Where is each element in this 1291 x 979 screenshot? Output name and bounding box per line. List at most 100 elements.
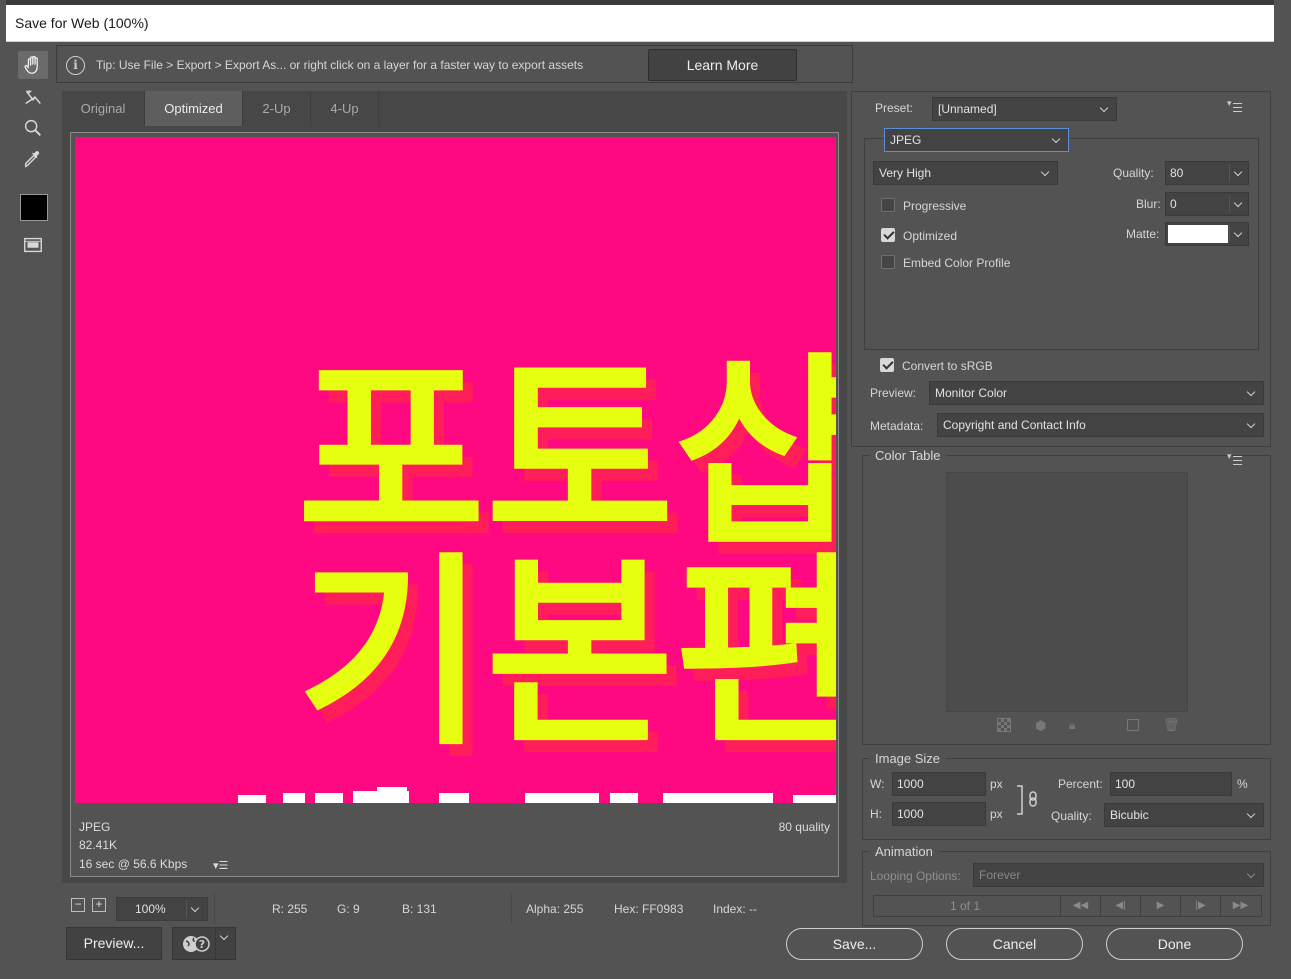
cancel-button[interactable]: Cancel — [946, 928, 1083, 960]
map-to-transparent-icon[interactable] — [997, 718, 1011, 732]
status-hex: Hex: FF0983 — [614, 902, 684, 916]
new-color-icon[interactable] — [1127, 719, 1139, 731]
chevron-down-icon[interactable] — [1229, 195, 1247, 213]
done-button[interactable]: Done — [1106, 928, 1243, 960]
tab-optimized[interactable]: Optimized — [145, 91, 243, 126]
preset-menu-icon[interactable] — [1227, 98, 1243, 112]
quality-input[interactable]: 80 — [1165, 161, 1249, 185]
looping-options-label: Looping Options: — [870, 869, 961, 883]
host-app-toolbar-edge — [1274, 0, 1291, 979]
animation-controls: 1 of 1 ◀◀ ◀| ▶ |▶ ▶▶ — [873, 895, 1262, 917]
next-frame-icon[interactable]: |▶ — [1180, 896, 1220, 916]
lock-color-icon[interactable]: 🔒︎ — [1069, 718, 1075, 733]
metadata-dropdown[interactable]: Copyright and Contact Info — [937, 413, 1264, 437]
color-table-swatches[interactable] — [946, 472, 1188, 712]
title-line2: 기본편 — [297, 536, 836, 774]
first-frame-icon[interactable]: ◀◀ — [1060, 896, 1100, 916]
preview-image[interactable]: 포토샵 포토샵 기본편 기본편 — [75, 137, 836, 803]
preview-button[interactable]: Preview... — [66, 927, 162, 960]
last-frame-icon[interactable]: ▶▶ — [1220, 896, 1260, 916]
file-format-value: JPEG — [890, 133, 922, 147]
svg-text:?: ? — [199, 938, 205, 951]
resample-quality-dropdown[interactable]: Bicubic — [1104, 803, 1264, 827]
zoom-in-button[interactable]: + — [92, 898, 106, 912]
browser-preview-icon: ? — [183, 936, 210, 952]
tab-2-up[interactable]: 2-Up — [243, 91, 311, 126]
cropped-white-text — [238, 787, 836, 803]
status-red: R: 255 — [272, 902, 308, 916]
tip-text: Tip: Use File > Export > Export As... or… — [96, 58, 584, 72]
matte-dropdown[interactable] — [1165, 222, 1249, 246]
progressive-checkbox[interactable] — [881, 198, 895, 212]
web-shift-icon[interactable]: ⬢ — [1035, 718, 1046, 734]
learn-more-button[interactable]: Learn More — [648, 49, 797, 81]
convert-srgb-label: Convert to sRGB — [902, 359, 993, 373]
resample-quality-value: Bicubic — [1110, 808, 1149, 822]
preview-in-browser-button[interactable]: ? — [172, 927, 236, 960]
chevron-down-icon[interactable] — [1229, 164, 1247, 182]
width-value: 1000 — [897, 777, 924, 791]
eyedropper-tool[interactable] — [18, 145, 48, 173]
info-quality: 80 quality — [778, 820, 830, 834]
zoom-out-button[interactable]: − — [71, 898, 85, 912]
height-label: H: — [870, 807, 882, 821]
height-value: 1000 — [897, 807, 924, 821]
zoom-level-dropdown[interactable]: 100% — [116, 897, 208, 921]
preview-artwork: 포토샵 포토샵 기본편 기본편 — [238, 336, 836, 803]
quality-level-value: Very High — [879, 166, 932, 180]
animation-title: Animation — [869, 844, 939, 859]
download-speed-menu-icon[interactable]: ▾☰ — [213, 859, 228, 872]
eyedropper-color-swatch[interactable] — [20, 194, 48, 221]
color-table-menu-icon[interactable] — [1227, 451, 1243, 465]
play-icon[interactable]: ▶ — [1140, 896, 1180, 916]
file-format-dropdown[interactable]: JPEG — [884, 128, 1069, 152]
percent-input[interactable]: 100 — [1110, 772, 1232, 796]
preset-dropdown[interactable]: [Unnamed] — [932, 97, 1117, 121]
chevron-down-icon[interactable] — [1229, 225, 1247, 243]
chevron-down-icon[interactable] — [215, 928, 235, 959]
percent-unit: % — [1237, 777, 1248, 791]
save-button[interactable]: Save... — [786, 928, 923, 960]
toggle-slices-visibility[interactable] — [18, 231, 48, 259]
info-download-time: 16 sec @ 56.6 Kbps — [79, 857, 188, 871]
trash-icon[interactable]: 🗑︎ — [1163, 717, 1180, 733]
save-for-web-dialog: Save for Web (100%) i Tip: Use File > Ex… — [6, 5, 1274, 966]
blur-label: Blur: — [1136, 197, 1161, 211]
status-green: G: 9 — [337, 902, 360, 916]
zoom-level-value: 100% — [135, 902, 166, 916]
chevron-down-icon — [1243, 806, 1261, 824]
info-icon: i — [66, 56, 85, 75]
blur-input[interactable]: 0 — [1165, 192, 1249, 216]
resample-quality-label: Quality: — [1051, 809, 1092, 823]
optimized-label: Optimized — [903, 229, 958, 243]
width-input[interactable]: 1000 — [892, 772, 986, 796]
tab-4-up[interactable]: 4-Up — [311, 91, 379, 126]
preview-color-dropdown[interactable]: Monitor Color — [929, 381, 1264, 405]
eyedropper-icon — [24, 151, 40, 168]
optimization-settings-panel: Preset: [Unnamed] JPEG Very High Quality… — [851, 91, 1271, 931]
hand-icon — [24, 55, 38, 74]
status-divider — [511, 894, 512, 924]
quality-level-dropdown[interactable]: Very High — [873, 161, 1058, 185]
slice-select-tool[interactable] — [18, 84, 48, 112]
optimized-checkbox[interactable] — [881, 228, 895, 242]
chevron-down-icon — [1096, 100, 1114, 118]
metadata-value: Copyright and Contact Info — [943, 418, 1086, 432]
zoom-icon — [24, 119, 41, 136]
blur-value: 0 — [1170, 197, 1177, 211]
previous-frame-icon[interactable]: ◀| — [1100, 896, 1140, 916]
chevron-down-icon — [1243, 416, 1261, 434]
optimized-preview-frame[interactable]: 포토샵 포토샵 기본편 기본편 JPEG 82.41K 16 sec @ 56.… — [70, 132, 839, 877]
zoom-tool[interactable] — [18, 114, 48, 142]
tab-original[interactable]: Original — [62, 91, 145, 126]
info-file-size: 82.41K — [79, 838, 118, 852]
hand-tool[interactable] — [18, 51, 48, 79]
constrain-proportions-link-icon[interactable] — [1015, 784, 1041, 816]
matte-color-swatch — [1168, 225, 1228, 243]
preset-label: Preset: — [875, 101, 914, 115]
preview-label: Preview: — [870, 386, 917, 400]
looping-options-dropdown[interactable]: Forever — [973, 863, 1264, 887]
height-input[interactable]: 1000 — [892, 802, 986, 826]
embed-color-profile-checkbox[interactable] — [881, 255, 895, 269]
convert-srgb-checkbox[interactable] — [880, 358, 894, 372]
